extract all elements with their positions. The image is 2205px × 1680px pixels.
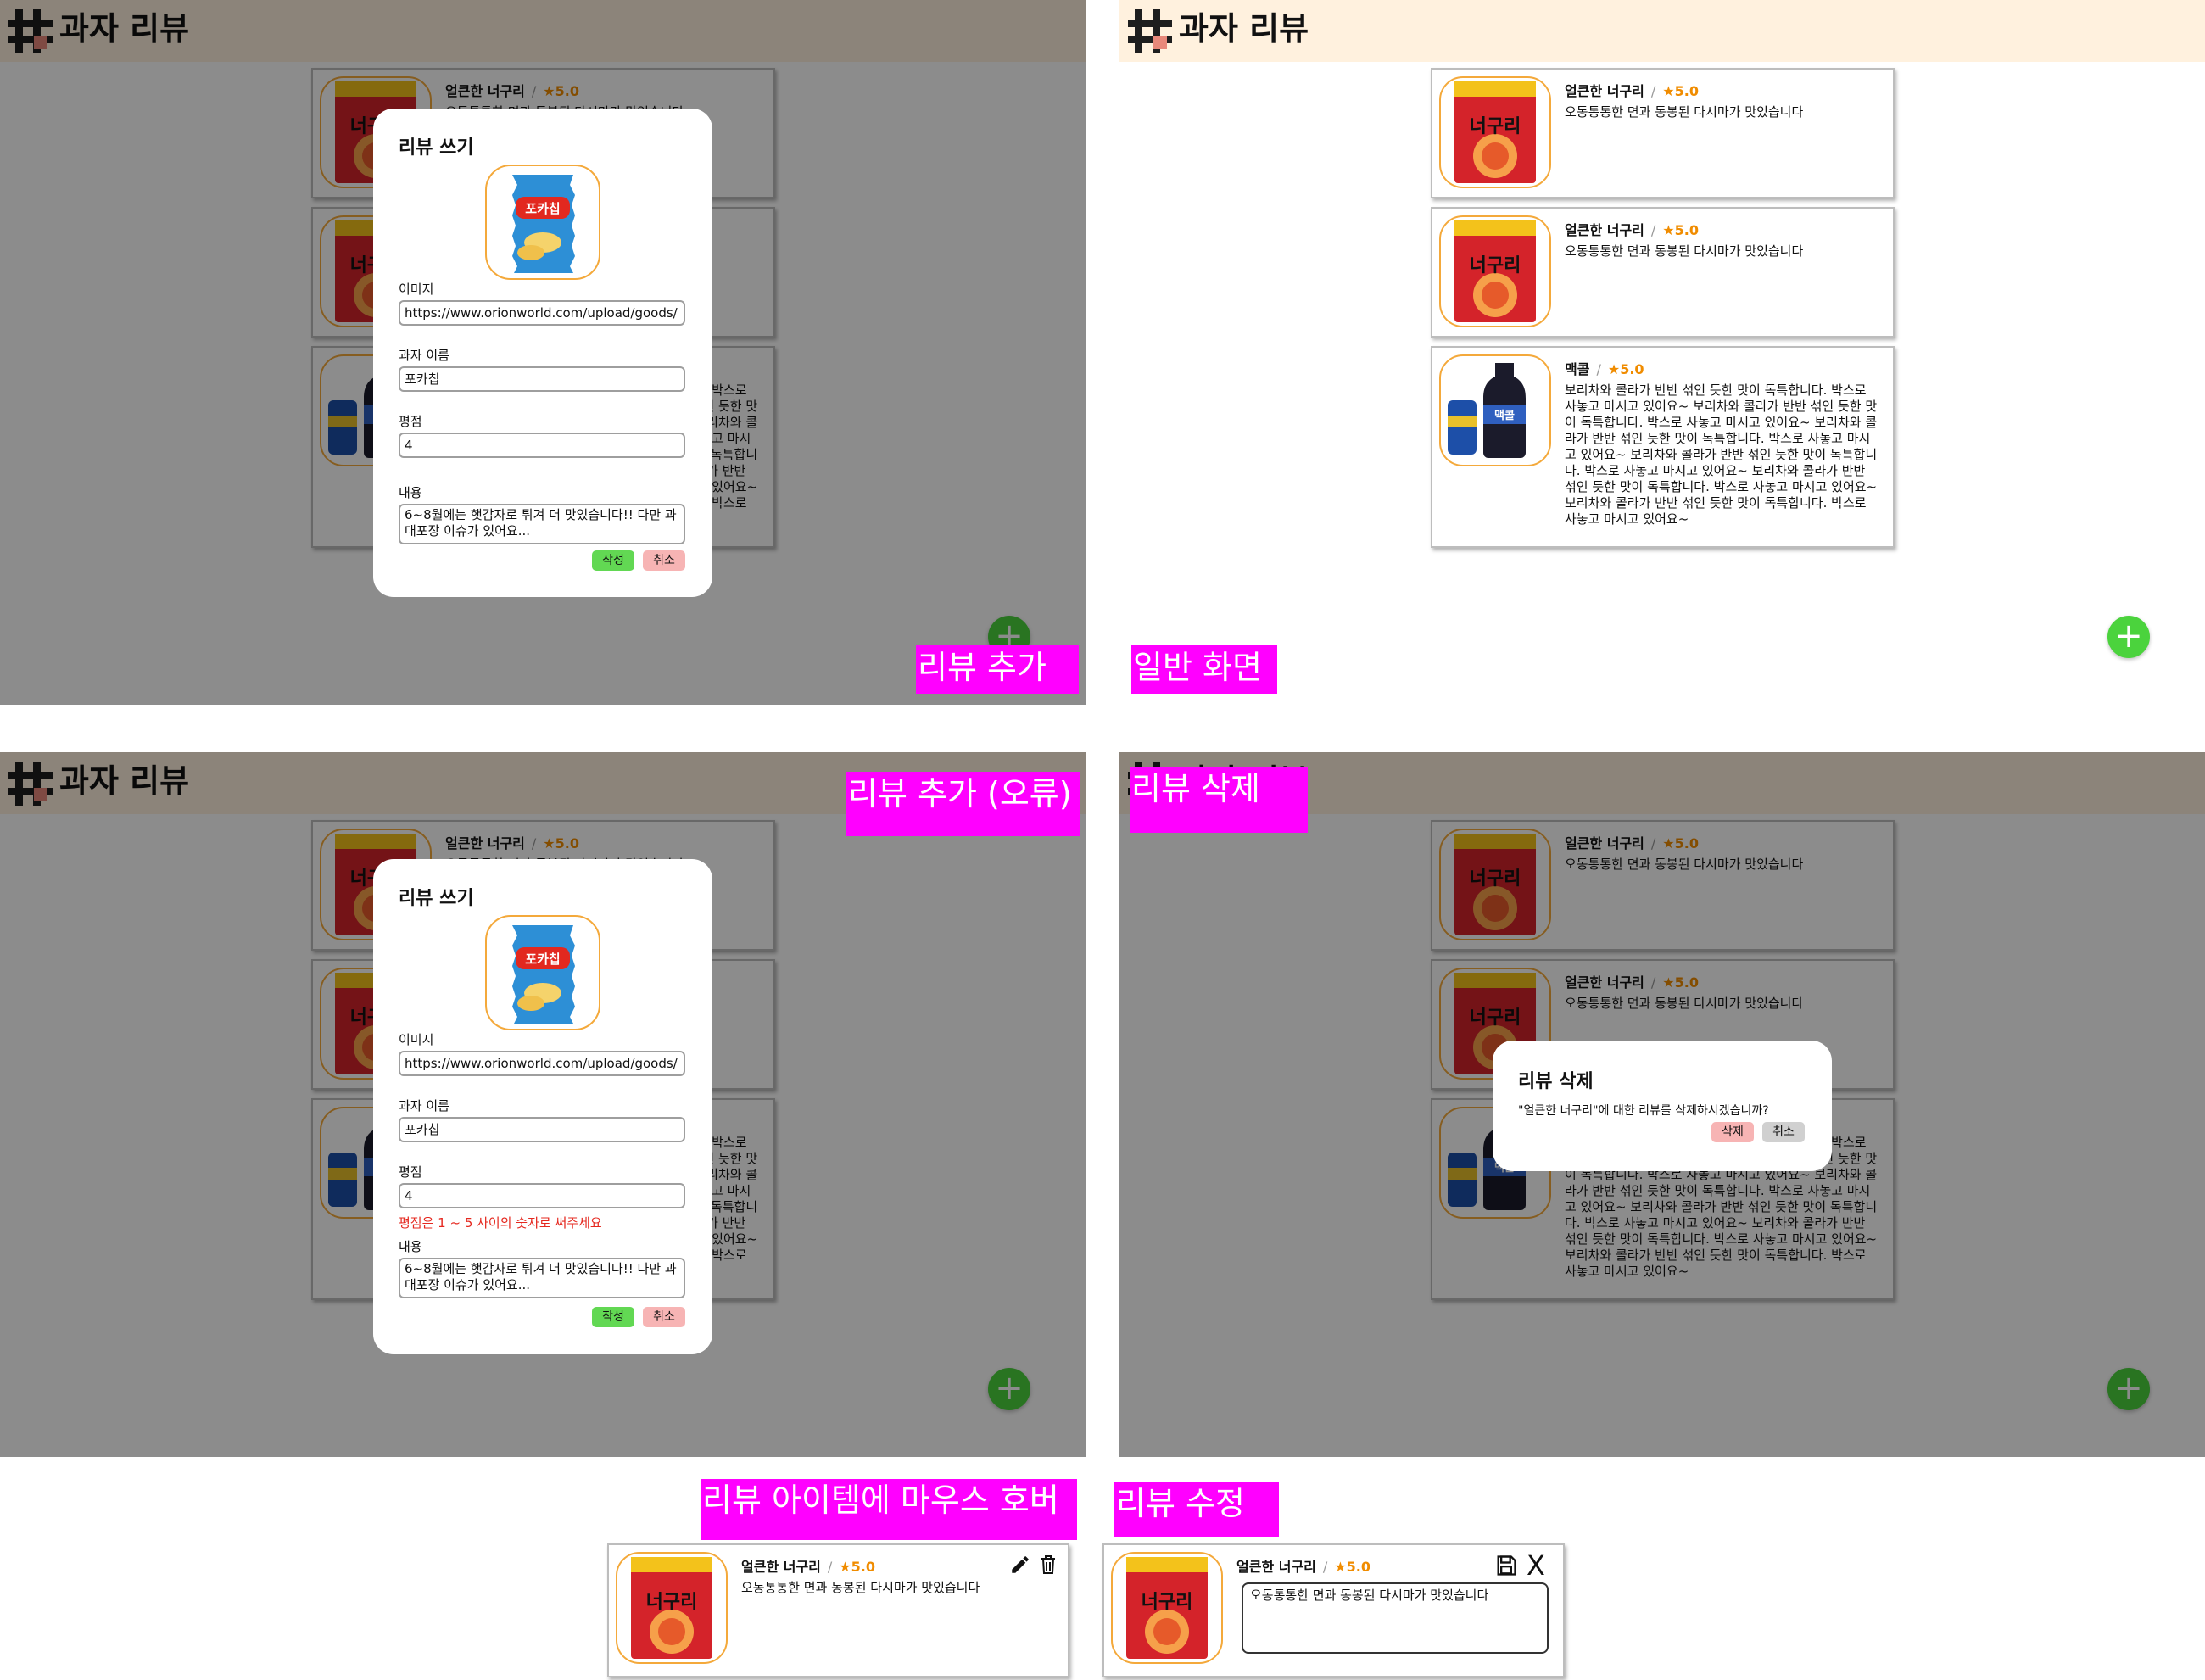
snack-image: 너구리 [1111, 1552, 1223, 1664]
pencil-icon[interactable] [1009, 1554, 1031, 1576]
snack-preview-image: 포카칩 [485, 915, 600, 1030]
caption-hover: 리뷰 아이템에 마우스 호버 [701, 1479, 1077, 1540]
content-label: 내용 [399, 1239, 422, 1254]
panel-add-review: 과자 리뷰 너구리 얼큰한 너구리/★5.0 오동통통한 면과 동봉된 다시마가… [0, 0, 1086, 705]
svg-text:맥콜: 맥콜 [1494, 409, 1515, 422]
cancel-button[interactable]: 취소 [643, 550, 685, 571]
add-review-modal: 리뷰 쓰기 포카칩 이미지 https://www.orionworld.com… [373, 859, 712, 1354]
image-url-input[interactable]: https://www.orionworld.com/upload/goods/ [399, 1051, 685, 1076]
delete-confirm-message: "얼큰한 너구리"에 대한 리뷰를 삭제하시겠습니까? [1518, 1104, 1769, 1118]
review-content: 오동통통한 면과 동봉된 다시마가 맛있습니다 [741, 1580, 980, 1595]
caption-add-review: 리뷰 추가 [916, 645, 1079, 694]
rating: ★5.0 [1334, 1559, 1370, 1575]
cancel-button[interactable]: 취소 [1762, 1122, 1805, 1142]
svg-text:포카칩: 포카칩 [525, 952, 560, 967]
site-title: 과자 리뷰 [1179, 10, 1309, 47]
add-review-button[interactable]: + [2107, 616, 2150, 658]
caption-delete-review: 리뷰 삭제 [1130, 767, 1308, 833]
review-content: 오동통통한 면과 동봉된 다시마가 맛있습니다 [1565, 243, 1804, 259]
image-label: 이미지 [399, 1032, 434, 1047]
svg-text:너구리: 너구리 [1470, 116, 1521, 137]
snack-name: 얼큰한 너구리 [1565, 83, 1644, 99]
snack-image: 너구리 [1439, 76, 1551, 188]
delete-button[interactable]: 삭제 [1711, 1122, 1754, 1142]
panel-delete-review: 과자 리뷰 너구리 얼큰한 너구리/★5.0 오동통통한 면과 동봉된 다시마가… [1119, 752, 2205, 1457]
image-label: 이미지 [399, 282, 434, 297]
rating-label: 평점 [399, 414, 422, 429]
rating-input[interactable]: 4 [399, 433, 685, 458]
snack-image: 너구리 [616, 1552, 728, 1664]
rating: ★5.0 [1662, 222, 1699, 238]
cancel-button[interactable]: 취소 [643, 1307, 685, 1327]
snack-name: 얼큰한 너구리 [1565, 222, 1644, 238]
content-textarea[interactable]: 6~8월에는 햇감자로 튀겨 더 맛있습니다!! 다만 과대포장 이슈가 있어요… [399, 504, 685, 544]
delete-review-modal: 리뷰 삭제 "얼큰한 너구리"에 대한 리뷰를 삭제하시겠습니까? 삭제 취소 [1493, 1041, 1832, 1171]
content-label: 내용 [399, 485, 422, 500]
review-list: 너구리 얼큰한 너구리/★5.0 오동통통한 면과 동봉된 다시마가 맛있습니다… [1431, 68, 1895, 556]
panel-add-review-error: 과자 리뷰 너구리 얼큰한 너구리/★5.0 오동통통한 면과 동봉된 다시마가… [0, 752, 1086, 1457]
modal-title: 리뷰 삭제 [1518, 1071, 1594, 1092]
snack-preview-image: 포카칩 [485, 165, 600, 280]
snack-name: 맥콜 [1565, 361, 1590, 377]
review-content: 보리차와 콜라가 반반 섞인 듯한 맛이 독특합니다. 박스로 사놓고 마시고 … [1565, 382, 1878, 527]
review-content: 오동통통한 면과 동봉된 다시마가 맛있습니다 [1565, 104, 1804, 120]
name-input[interactable]: 포카칩 [399, 1117, 685, 1142]
rating-label: 평점 [399, 1164, 422, 1180]
rating: ★5.0 [1607, 361, 1644, 377]
snack-image: 맥콜 [1439, 354, 1551, 466]
svg-text:포카칩: 포카칩 [525, 201, 560, 216]
submit-button[interactable]: 작성 [592, 550, 634, 571]
caption-add-review-error: 리뷰 추가 (오류) [846, 772, 1080, 836]
rating-error-message: 평점은 1 ~ 5 사이의 숫자로 써주세요 [399, 1215, 602, 1231]
review-item[interactable]: 맥콜 맥콜/★5.0 보리차와 콜라가 반반 섞인 듯한 맛이 독특합니다. 박… [1431, 346, 1895, 548]
name-input[interactable]: 포카칩 [399, 366, 685, 392]
modal-title: 리뷰 쓰기 [399, 137, 474, 159]
caption-edit: 리뷰 수정 [1114, 1482, 1279, 1537]
snack-image: 너구리 [1439, 215, 1551, 327]
submit-button[interactable]: 작성 [592, 1307, 634, 1327]
close-icon[interactable]: X [1527, 1550, 1545, 1581]
content-textarea[interactable]: 6~8월에는 햇감자로 튀겨 더 맛있습니다!! 다만 과대포장 이슈가 있어요… [399, 1258, 685, 1298]
rating: ★5.0 [1662, 83, 1699, 99]
snack-name: 얼큰한 너구리 [1236, 1559, 1316, 1575]
review-item[interactable]: 너구리 얼큰한 너구리/★5.0 오동통통한 면과 동봉된 다시마가 맛있습니다 [1431, 207, 1895, 338]
name-label: 과자 이름 [399, 348, 449, 363]
rating: ★5.0 [839, 1559, 875, 1575]
svg-text:너구리: 너구리 [646, 1592, 698, 1613]
name-label: 과자 이름 [399, 1098, 449, 1113]
panel-normal: 과자 리뷰 너구리 얼큰한 너구리 / ★5.0 오동통통한 면과 동봉된 다시마가… [1119, 0, 2205, 705]
review-item-hover[interactable]: 너구리 얼큰한 너구리 / ★5.0 오동통통한 면과 동봉된 다시마가 맛있습니다 [607, 1543, 1069, 1677]
add-review-modal: 리뷰 쓰기 포카칩 이미지 https://www.orionworld.com… [373, 109, 712, 597]
review-item-editing: 너구리 얼큰한 너구리 / ★5.0 X 오동통통한 면과 동봉된 다시마가 맛있습… [1102, 1543, 1565, 1677]
caption-normal: 일반 화면 [1131, 645, 1277, 694]
modal-title: 리뷰 쓰기 [399, 888, 474, 909]
header: 과자 리뷰 [1119, 0, 2205, 62]
save-icon[interactable] [1494, 1554, 1518, 1577]
rating-input[interactable]: 4 [399, 1183, 685, 1208]
review-item[interactable]: 너구리 얼큰한 너구리/★5.0 오동통통한 면과 동봉된 다시마가 맛있습니다 [1431, 68, 1895, 198]
svg-text:너구리: 너구리 [1470, 255, 1521, 276]
snack-name: 얼큰한 너구리 [741, 1559, 821, 1575]
svg-text:너구리: 너구리 [1142, 1592, 1193, 1613]
logo-icon [1128, 9, 1172, 53]
edit-content-textarea[interactable]: 오동통통한 면과 동봉된 다시마가 맛있습니다 [1242, 1582, 1549, 1654]
image-url-input[interactable]: https://www.orionworld.com/upload/goods/ [399, 300, 685, 326]
trash-icon[interactable] [1038, 1554, 1058, 1576]
